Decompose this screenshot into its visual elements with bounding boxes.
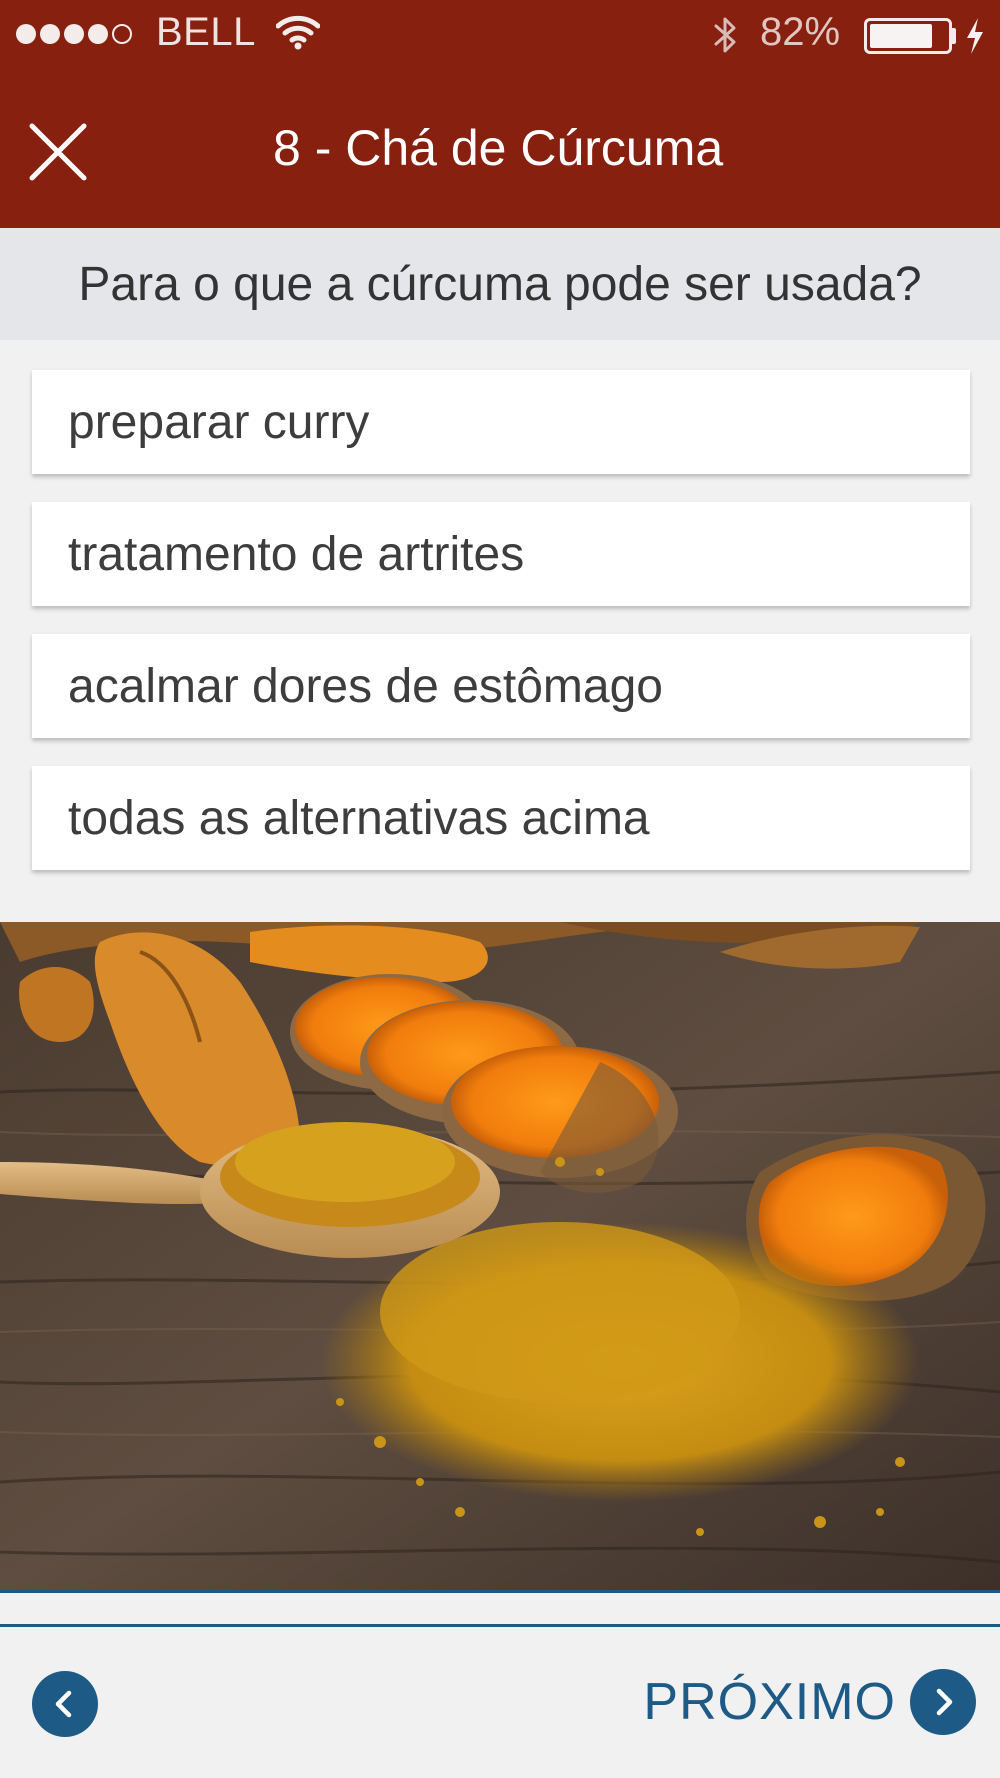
close-icon bbox=[29, 123, 87, 181]
battery-percentage: 82% bbox=[760, 10, 841, 54]
question-text: Para o que a cúrcuma pode ser usada? bbox=[0, 228, 1000, 340]
wifi-icon bbox=[275, 14, 321, 55]
battery-cap bbox=[952, 28, 956, 44]
header-bar: 8 - Chá de Cúrcuma bbox=[0, 68, 1000, 228]
page-title: 8 - Chá de Cúrcuma bbox=[273, 120, 724, 176]
footer-divider-top bbox=[0, 1590, 1000, 1593]
bluetooth-icon bbox=[710, 14, 740, 61]
answer-list: preparar curry tratamento de artrites ac… bbox=[32, 370, 970, 898]
answer-option-3[interactable]: acalmar dores de estômago bbox=[32, 634, 970, 738]
footer-nav: PRÓXIMO bbox=[0, 1627, 1000, 1778]
answer-option-2[interactable]: tratamento de artrites bbox=[32, 502, 970, 606]
signal-strength-icon bbox=[16, 24, 132, 44]
next-button[interactable]: PRÓXIMO bbox=[643, 1669, 976, 1735]
answer-option-4[interactable]: todas as alternativas acima bbox=[32, 766, 970, 870]
chevron-left-icon bbox=[55, 1690, 72, 1718]
back-button[interactable] bbox=[32, 1671, 98, 1737]
battery-icon bbox=[864, 18, 952, 54]
next-button-label: PRÓXIMO bbox=[643, 1673, 896, 1731]
answer-option-1[interactable]: preparar curry bbox=[32, 370, 970, 474]
close-button[interactable] bbox=[26, 120, 90, 184]
chevron-right-icon bbox=[910, 1669, 976, 1735]
status-bar: BELL 82% bbox=[0, 0, 1000, 68]
turmeric-photo bbox=[0, 922, 1000, 1590]
carrier-name: BELL bbox=[156, 10, 256, 54]
charging-bolt-icon bbox=[964, 16, 986, 61]
